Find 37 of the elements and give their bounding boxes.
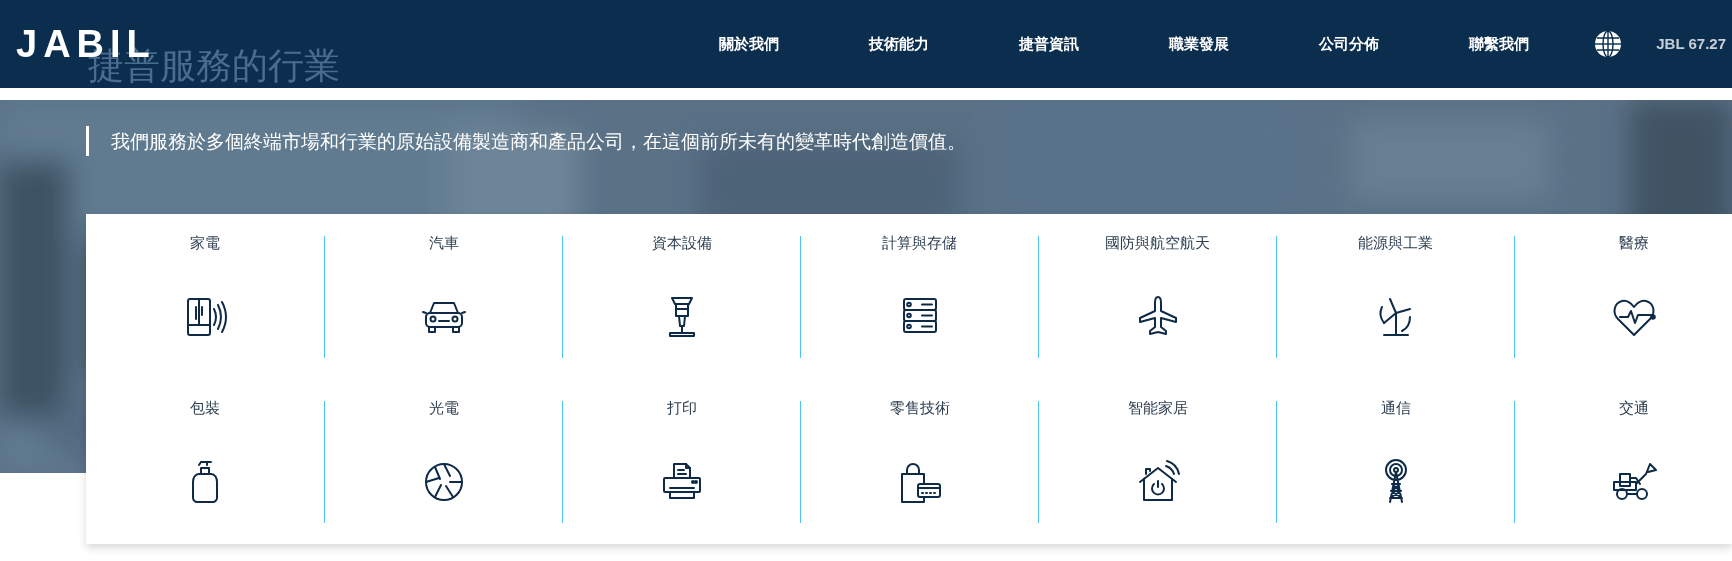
stock-quote: JBL 67.27 xyxy=(1656,33,1726,54)
industry-label: 計算與存儲 xyxy=(882,233,957,254)
industry-label: 光電 xyxy=(428,398,459,419)
industry-label: 能源與工業 xyxy=(1358,233,1433,254)
tagline: 我們服務於多個終端市場和行業的原始設備製造商和產品公司，在這個前所未有的變革時代創造價值。 xyxy=(111,128,966,154)
industry-link[interactable]: 通信 xyxy=(1277,379,1514,544)
industry-link[interactable]: 零售技術 xyxy=(801,379,1038,544)
industry-link[interactable]: 資本設備 xyxy=(563,214,800,379)
industry-label: 包裝 xyxy=(190,398,220,419)
nav-link[interactable]: 聯繫我們 xyxy=(1424,32,1575,56)
industry-label: 汽車 xyxy=(428,233,459,254)
industry-label: 打印 xyxy=(666,398,697,419)
nav-link[interactable]: 公司分佈 xyxy=(1274,32,1425,56)
industry-link[interactable]: 智能家居 xyxy=(1039,379,1276,544)
industry-label: 智能家居 xyxy=(1127,398,1188,419)
nav-link[interactable]: 捷普資訊 xyxy=(974,32,1125,56)
industry-label: 家電 xyxy=(190,233,220,254)
industry-link[interactable]: 家電 xyxy=(86,214,324,379)
industry-link[interactable]: 包裝 xyxy=(86,379,324,544)
industry-link[interactable]: 汽車 xyxy=(325,214,562,379)
industry-link[interactable]: 國防與航空航天 xyxy=(1039,214,1276,379)
industry-link[interactable]: 能源與工業 xyxy=(1277,214,1514,379)
industry-link[interactable]: 醫療 xyxy=(1515,214,1732,379)
nav-link[interactable]: 職業發展 xyxy=(1124,32,1275,56)
industry-label: 國防與航空航天 xyxy=(1105,233,1210,254)
nav-link[interactable]: 關於我們 xyxy=(674,32,825,56)
industry-label: 通信 xyxy=(1380,398,1411,419)
nav-link[interactable]: 技術能力 xyxy=(824,32,975,56)
industry-label: 資本設備 xyxy=(651,233,712,254)
industry-label: 醫療 xyxy=(1618,233,1649,254)
industry-link[interactable]: 計算與存儲 xyxy=(801,214,1038,379)
globe-icon[interactable] xyxy=(1594,30,1623,58)
industry-link[interactable]: 交通 xyxy=(1515,379,1732,544)
industry-link[interactable]: 打印 xyxy=(563,379,800,544)
industry-label: 零售技術 xyxy=(889,398,950,419)
industry-link[interactable]: 光電 xyxy=(325,379,562,544)
industry-label: 交通 xyxy=(1618,398,1649,419)
